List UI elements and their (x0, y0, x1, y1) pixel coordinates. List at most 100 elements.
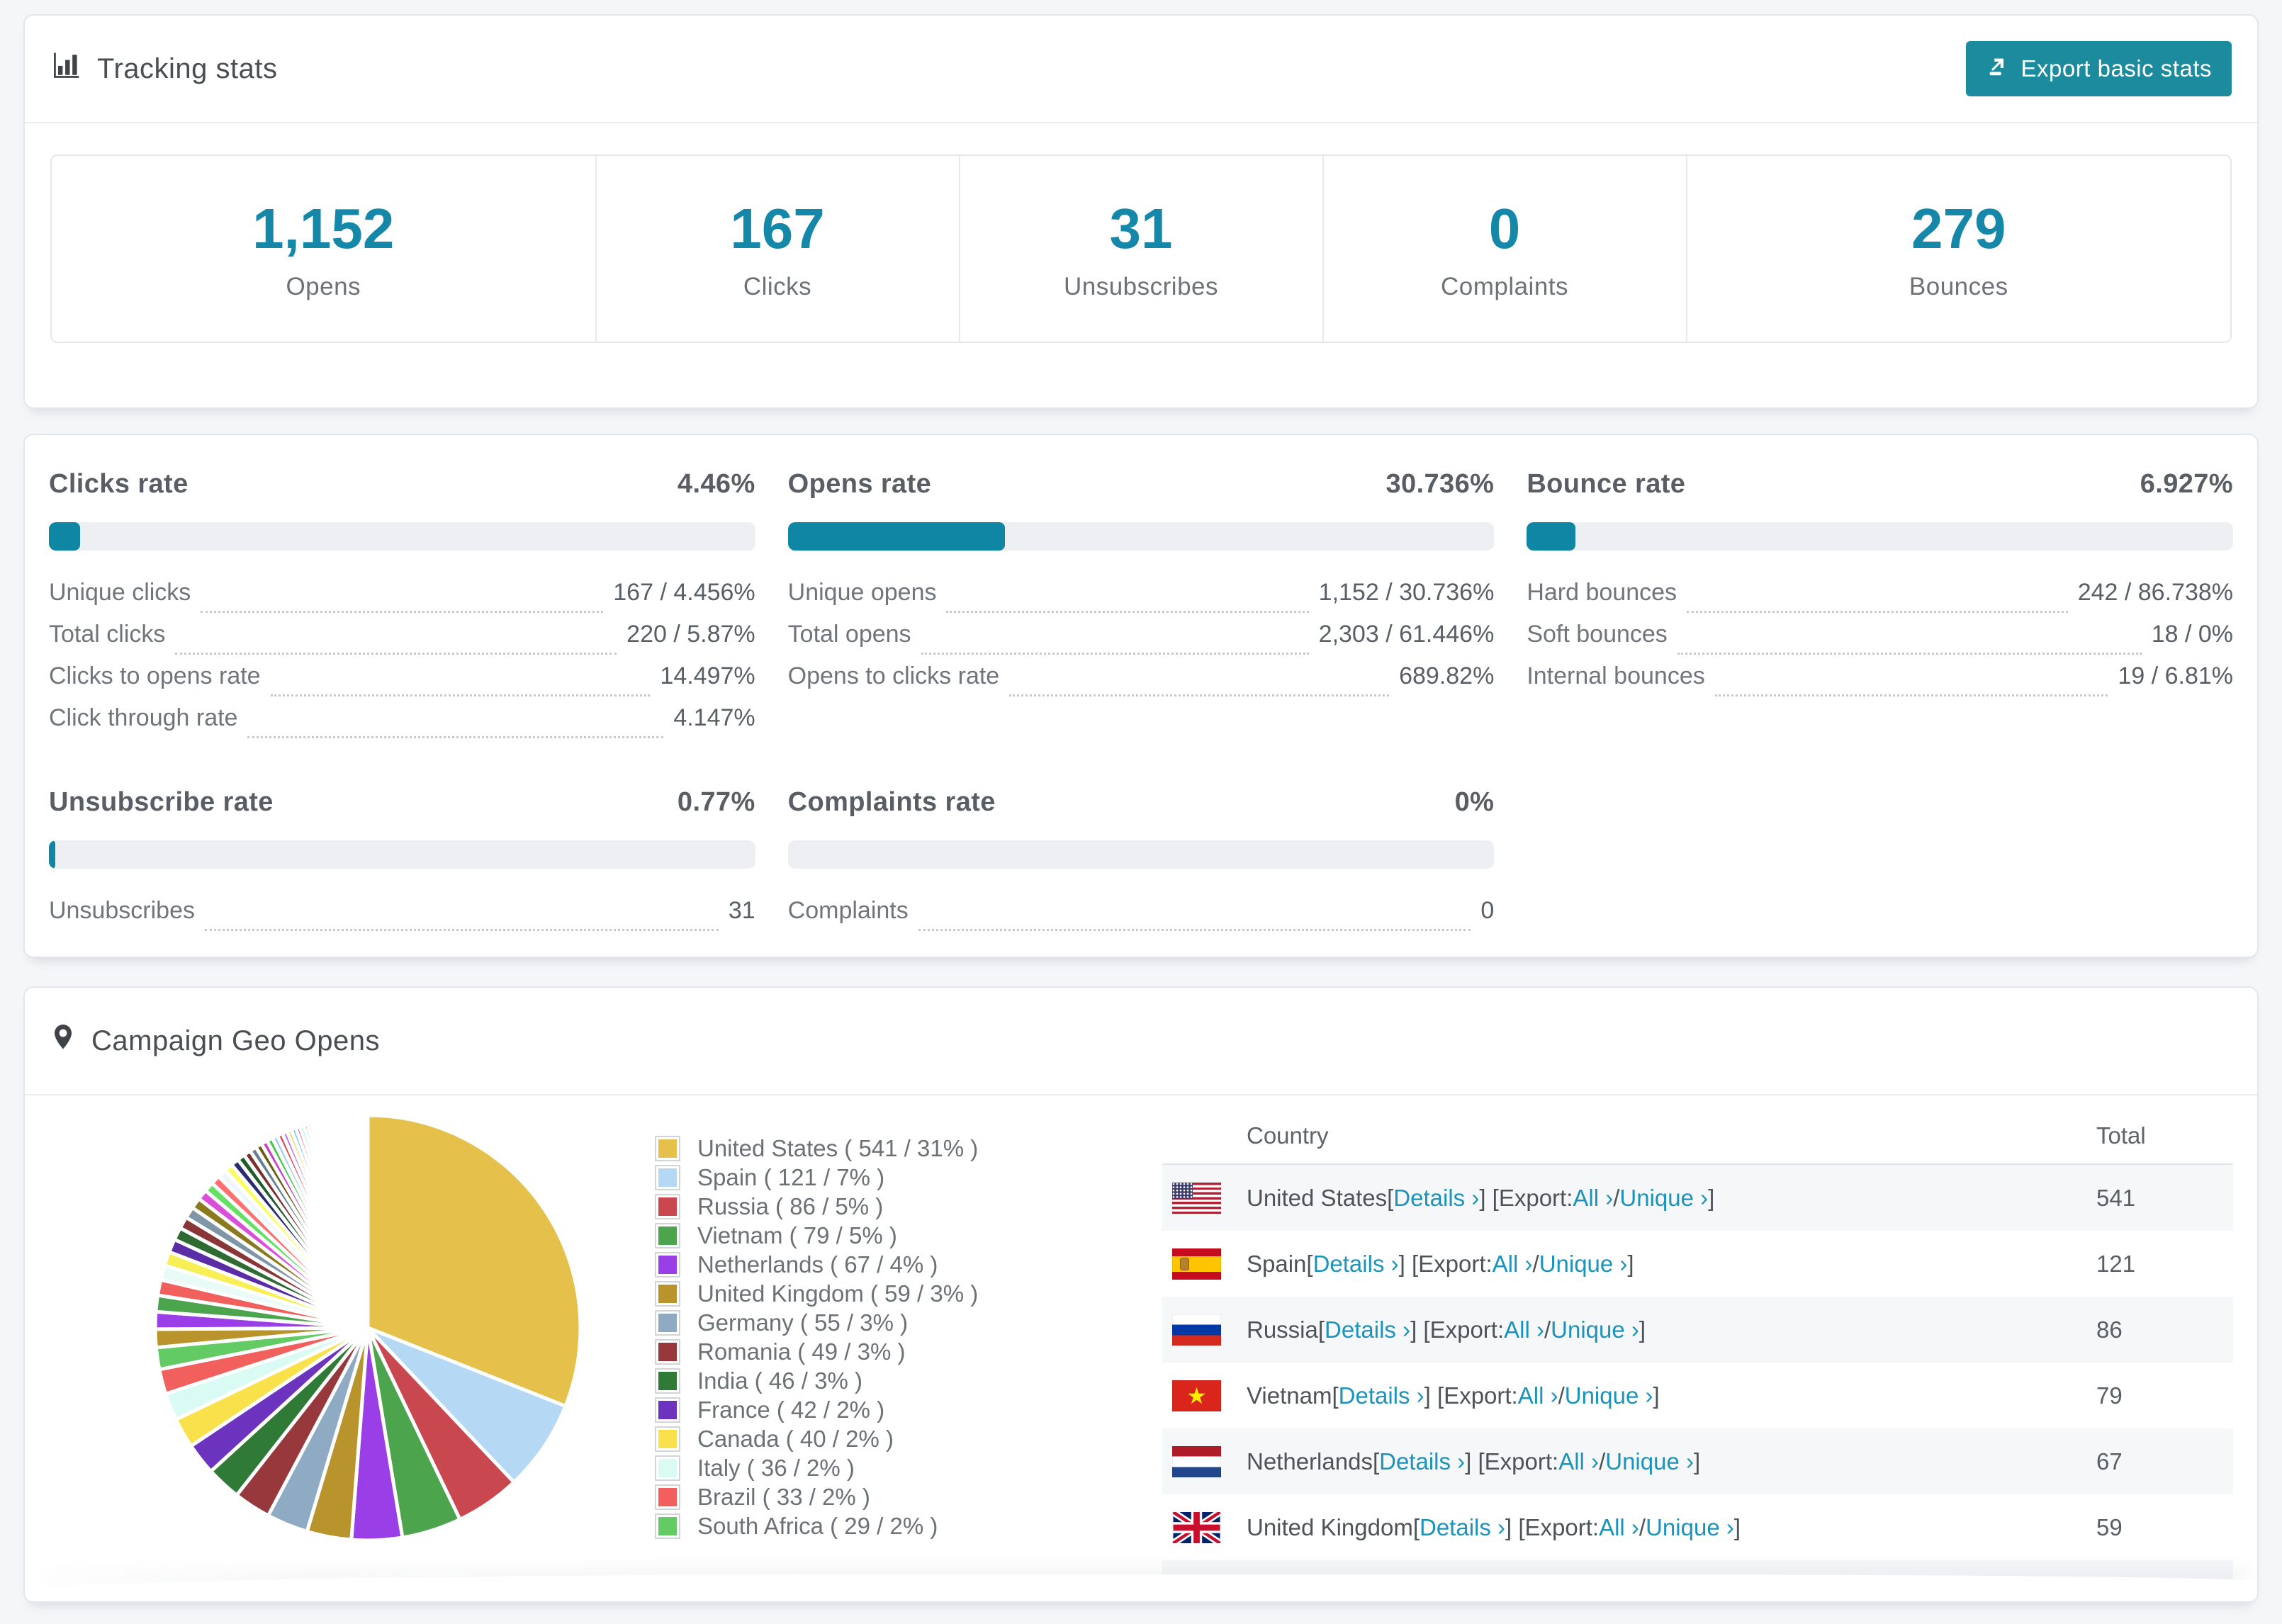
legend-item-south-africa: South Africa ( 29 / 2% ) (655, 1511, 1023, 1540)
rate-row: Unique clicks 167 / 4.456% (49, 579, 755, 621)
legend-item-netherlands: Netherlands ( 67 / 4% ) (655, 1250, 1023, 1279)
rate-head: Bounce rate 6.927% (1527, 469, 2233, 500)
stat-box-complaints: 0 Complaints (1322, 156, 1686, 342)
legend-label: Netherlands ( 67 / 4% ) (697, 1251, 938, 1278)
rate-row-value: 0 (1480, 897, 1495, 924)
export-unique-link[interactable]: Unique › (1646, 1514, 1734, 1541)
pie-legend: United States ( 541 / 31% ) Spain ( 121 /… (655, 1108, 1023, 1540)
legend-label: Vietnam ( 79 / 5% ) (697, 1222, 897, 1248)
legend-swatch (655, 1513, 680, 1539)
export-all-link[interactable]: All › (1518, 1382, 1558, 1409)
total-value: 67 (2096, 1448, 2123, 1474)
stat-box-unsubscribes: 31 Unsubscribes (958, 156, 1322, 342)
rate-row-label: Complaints (787, 897, 909, 924)
table-row-gb: United Kingdom [Details ›] [Export: All … (1162, 1494, 2233, 1560)
export-basic-stats-button[interactable]: Export basic stats (1965, 41, 2232, 96)
legend-label: Spain ( 121 / 7% ) (697, 1163, 885, 1190)
tracking-stats-title: Tracking stats (50, 50, 277, 88)
export-all-link[interactable]: All › (1493, 1251, 1533, 1278)
country-name: United States (1247, 1184, 1388, 1211)
legend-swatch-color (658, 1516, 677, 1535)
table-row-us: United States [Details ›] [Export: All ›… (1162, 1165, 2233, 1231)
es-flag-icon (1172, 1248, 1221, 1280)
details-link[interactable]: Details › (1393, 1185, 1479, 1212)
rate-head: Complaints rate 0% (788, 787, 1495, 818)
stat-value: 167 (730, 197, 825, 260)
stat-label: Bounces (1909, 273, 2008, 300)
legend-item-russia: Russia ( 86 / 5% ) (655, 1192, 1023, 1221)
dotted-leader (175, 653, 617, 655)
export-label-text: ] [Export: (1410, 1316, 1505, 1343)
export-unique-link[interactable]: Unique › (1565, 1382, 1653, 1409)
legend-swatch-color (658, 1487, 677, 1506)
legend-label: Brazil ( 33 / 2% ) (697, 1483, 870, 1510)
rate-row: Unsubscribes 31 (49, 897, 755, 939)
map-pin-icon (50, 1022, 76, 1060)
separator-text: / (1639, 1513, 1646, 1540)
export-unique-link[interactable]: Unique › (1551, 1316, 1639, 1343)
dotted-leader (201, 611, 604, 613)
bracket-text: ] (1653, 1382, 1660, 1409)
rate-row-value: 14.497% (660, 662, 755, 689)
bracket-text: [ (1306, 1250, 1313, 1277)
details-link[interactable]: Details › (1313, 1251, 1399, 1278)
rate-title: Unsubscribe rate (49, 787, 274, 817)
legend-item-france: France ( 42 / 2% ) (655, 1395, 1023, 1424)
rate-value: 4.46% (677, 469, 755, 499)
column-header-country: Country (1247, 1122, 1329, 1149)
export-unique-link[interactable]: Unique › (1539, 1251, 1628, 1278)
rate-row: Soft bounces 18 / 0% (1527, 621, 2233, 662)
details-link[interactable]: Details › (1339, 1382, 1424, 1409)
legend-item-vietnam: Vietnam ( 79 / 5% ) (655, 1221, 1023, 1250)
export-all-link[interactable]: All › (1599, 1514, 1639, 1541)
rate-row: Total opens 2,303 / 61.446% (788, 621, 1494, 662)
country-cell: United States [Details ›] [Export: All ›… (1172, 1182, 2096, 1214)
star-glyph: ★ (1186, 1382, 1207, 1409)
table-row-nl: Netherlands [Details ›] [Export: All › /… (1162, 1428, 2233, 1494)
rate-row-label: Unique opens (787, 579, 937, 606)
geo-title-group: Campaign Geo Opens (50, 1022, 380, 1060)
export-all-link[interactable]: All › (1504, 1316, 1544, 1343)
rate-row-label: Opens to clicks rate (787, 662, 1000, 689)
legend-label: France ( 42 / 2% ) (697, 1396, 885, 1423)
details-link[interactable]: Details › (1325, 1316, 1410, 1343)
export-unique-link[interactable]: Unique › (1605, 1448, 1694, 1475)
total-value: 79 (2096, 1382, 2123, 1409)
details-link[interactable]: Details › (1379, 1448, 1465, 1475)
bracket-text: ] (1639, 1316, 1646, 1343)
total-value: 59 (2096, 1513, 2123, 1540)
rate-row-value: 167 / 4.456% (613, 579, 755, 606)
rate-title: Opens rate (787, 469, 932, 499)
rate-row-label: Click through rate (49, 704, 238, 731)
rate-row: Internal bounces 19 / 6.81% (1527, 662, 2233, 704)
legend-swatch-color (658, 1313, 677, 1332)
export-unique-link[interactable]: Unique › (1619, 1185, 1708, 1212)
legend-label: Italy ( 36 / 2% ) (697, 1454, 855, 1481)
export-button-label: Export basic stats (2020, 55, 2212, 81)
dotted-leader (946, 611, 1309, 613)
export-label-text: ] [Export: (1505, 1513, 1600, 1540)
legend-label: Romania ( 49 / 3% ) (697, 1338, 906, 1365)
legend-swatch-color (658, 1284, 677, 1303)
legend-item-brazil: Brazil ( 33 / 2% ) (655, 1482, 1023, 1511)
gb-flag-icon (1172, 1511, 1221, 1543)
details-link[interactable]: Details › (1420, 1514, 1505, 1541)
legend-swatch (655, 1193, 680, 1219)
export-all-link[interactable]: All › (1573, 1185, 1613, 1212)
rate-block-opens-rate: Opens rate 30.736% Unique opens 1,152 / 30.… (787, 469, 1495, 746)
legend-label: India ( 46 / 3% ) (697, 1367, 862, 1394)
legend-swatch-color (658, 1139, 677, 1158)
export-label-text: ] [Export: (1398, 1250, 1493, 1277)
export-all-link[interactable]: All › (1558, 1448, 1599, 1475)
dotted-leader (918, 929, 1471, 931)
country-name: Spain (1247, 1250, 1307, 1277)
rate-block-bounce-rate: Bounce rate 6.927% Hard bounces 242 / 86.73… (1527, 469, 2233, 746)
stat-box-clicks: 167 Clicks (595, 156, 959, 342)
column-header-total: Total (2096, 1122, 2146, 1149)
rate-title: Clicks rate (49, 469, 189, 499)
dotted-leader (1714, 694, 2108, 697)
legend-swatch (655, 1222, 680, 1248)
rate-row: Click through rate 4.147% (49, 704, 755, 746)
rate-value: 6.927% (2140, 469, 2233, 499)
rate-rows: Hard bounces 242 / 86.738% Soft bounces 18 … (1527, 579, 2233, 704)
